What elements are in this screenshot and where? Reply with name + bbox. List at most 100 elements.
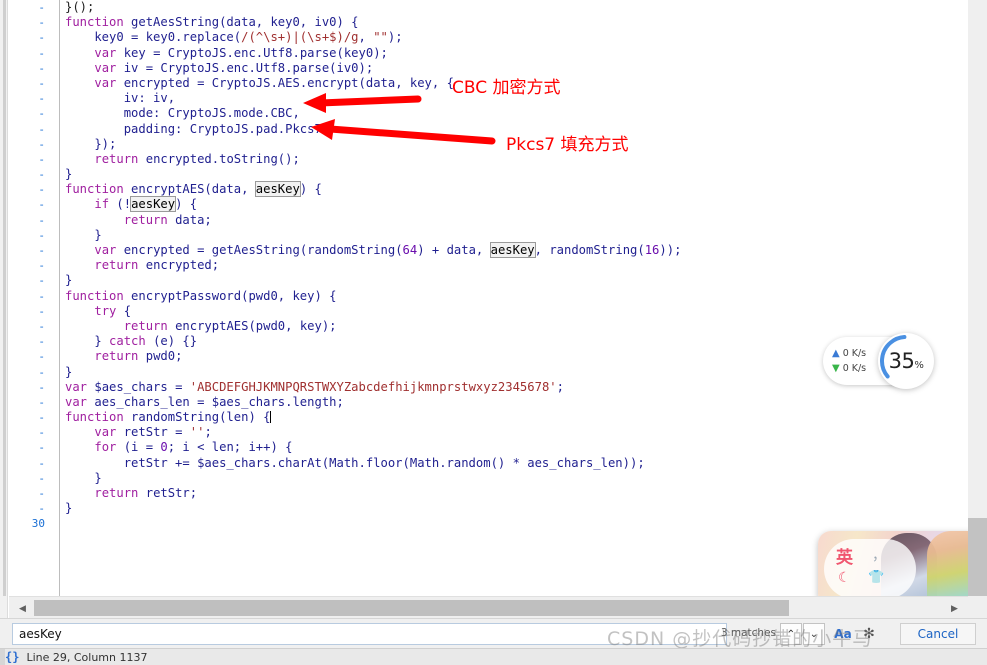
code-line[interactable]: } [65,501,968,516]
line-number: - [38,456,45,470]
upload-speed-value: 0 [842,348,849,359]
status-bar: {} Line 29, Column 1137 [0,648,987,665]
line-number: - [38,76,45,90]
scroll-left-arrow-icon[interactable]: ◀ [14,597,31,619]
line-number: - [38,441,45,455]
network-speed-rows: ▲ 0 K/s ▼ 0 K/s [832,346,866,376]
line-number: - [38,213,45,227]
code-line[interactable]: return retStr; [65,486,968,501]
code-line[interactable]: mode: CryptoJS.mode.CBC, [65,106,968,121]
code-line[interactable]: retStr += $aes_chars.charAt(Math.floor(M… [65,456,968,471]
line-number: - [38,350,45,364]
scroll-right-arrow-icon[interactable]: ▶ [946,597,963,619]
code-line[interactable]: return encrypted; [65,258,968,273]
line-number: - [38,426,45,440]
vertical-scrollbar-thumb[interactable] [968,518,987,596]
download-speed-row: ▼ 0 K/s [832,361,866,376]
line-number-gutter[interactable]: - - - - - - - - - - - - - - - - - - - - - - - - - - - - - - - - - -30 [9,0,51,596]
line-number: - [38,335,45,349]
line-number: - [38,198,45,212]
code-line[interactable]: var retStr = ''; [65,425,968,440]
upload-speed-unit: K/s [851,348,867,359]
code-line[interactable]: var encrypted = getAesString(randomStrin… [65,242,968,258]
code-line[interactable]: key0 = key0.replace(/(^\s+)|(\s+$)/g, ""… [65,30,968,45]
line-number: 30 [31,517,45,531]
regex-toggle[interactable]: ✻ [862,624,876,644]
window-left-strip [0,0,8,620]
upload-speed-row: ▲ 0 K/s [832,346,866,361]
line-number: - [38,274,45,288]
gutter-separator [59,0,60,596]
code-line[interactable]: if (!aesKey) { [65,196,968,213]
download-speed-value: 0 [842,363,849,374]
ime-punctuation-button[interactable]: ， [872,545,886,565]
cursor-position-label: Line 29, Column 1137 [26,650,148,664]
code-line[interactable]: }(); [65,0,968,15]
line-number: - [38,168,45,182]
line-number: - [38,31,45,45]
code-line[interactable]: } [65,167,968,182]
line-number: - [38,228,45,242]
code-line[interactable]: var $aes_chars = 'ABCDEFGHJKMNPQRSTWXYZa… [65,380,968,395]
line-number: - [38,92,45,106]
gauge-value: 35 [888,349,915,373]
find-previous-button[interactable]: ⌃ [780,623,802,645]
match-count-label: 3 matches [720,627,776,639]
code-line[interactable]: function getAesString(data, key0, iv0) { [65,15,968,30]
ime-skin-icon[interactable]: 👕 [868,569,884,585]
status-bar-left-edge [0,649,5,665]
line-number: - [38,61,45,75]
code-line[interactable]: var aes_chars_len = $aes_chars.length; [65,395,968,410]
line-number: - [38,487,45,500]
brace-icon: {} [5,650,20,664]
line-number: - [38,183,45,197]
gauge-value-text: 35% [889,349,924,373]
code-line[interactable]: } [65,273,968,288]
line-number: - [38,365,45,379]
code-line[interactable]: return data; [65,213,968,228]
code-line[interactable]: var key = CryptoJS.enc.Utf8.parse(key0); [65,46,968,61]
scrollbar-corner [968,596,987,618]
download-arrow-icon: ▼ [832,363,840,374]
line-number: - [38,244,45,257]
upload-arrow-icon: ▲ [832,348,840,359]
code-line[interactable]: for (i = 0; i < len; i++) { [65,440,968,455]
horizontal-scrollbar-thumb[interactable] [34,600,789,616]
cancel-button[interactable]: Cancel [900,623,976,645]
line-number: - [38,411,45,425]
find-next-button[interactable]: ⌄ [803,623,825,645]
line-number: - [38,380,45,394]
find-bar: aesKey 3 matches ⌃ ⌄ Aa ✻ Cancel [0,618,987,648]
line-number: - [38,122,45,136]
code-line[interactable]: function encryptAES(data, aesKey) { [65,181,968,198]
vertical-scrollbar[interactable] [968,0,987,596]
gauge-unit: % [914,360,924,371]
code-line[interactable]: function encryptPassword(pwd0, key) { [65,289,968,304]
line-number: - [38,471,45,485]
code-line[interactable]: return encryptAES(pwd0, key); [65,319,968,334]
line-number: - [38,46,45,60]
line-number: - [38,107,45,121]
line-number: - [38,259,45,273]
code-line[interactable]: function randomString(len) { [65,410,968,425]
line-number: - [38,304,45,318]
search-input[interactable]: aesKey [12,623,727,645]
cpu-usage-gauge[interactable]: 35% [878,333,934,389]
horizontal-scrollbar[interactable]: ◀ ▶ [9,596,968,618]
code-line[interactable]: try { [65,304,968,319]
line-number: - [38,16,45,30]
editor-window: - - - - - - - - - - - - - - - - - - - - - - - - - - - - - - - - - -30 }()… [0,0,987,665]
code-line[interactable]: } [65,471,968,486]
window-left-strip-accent [3,0,6,596]
ime-mode-button[interactable]: 英 [836,543,853,568]
match-case-toggle[interactable]: Aa [832,624,854,644]
cbc-annotation-label: CBC 加密方式 [452,78,561,98]
code-line[interactable] [65,516,968,531]
code-line[interactable]: } [65,228,968,243]
line-number: - [38,1,45,14]
download-speed-unit: K/s [851,363,867,374]
line-number: - [38,152,45,166]
line-number: - [38,395,45,409]
ime-moon-icon[interactable]: ☾ [838,569,851,586]
line-number: - [38,319,45,333]
